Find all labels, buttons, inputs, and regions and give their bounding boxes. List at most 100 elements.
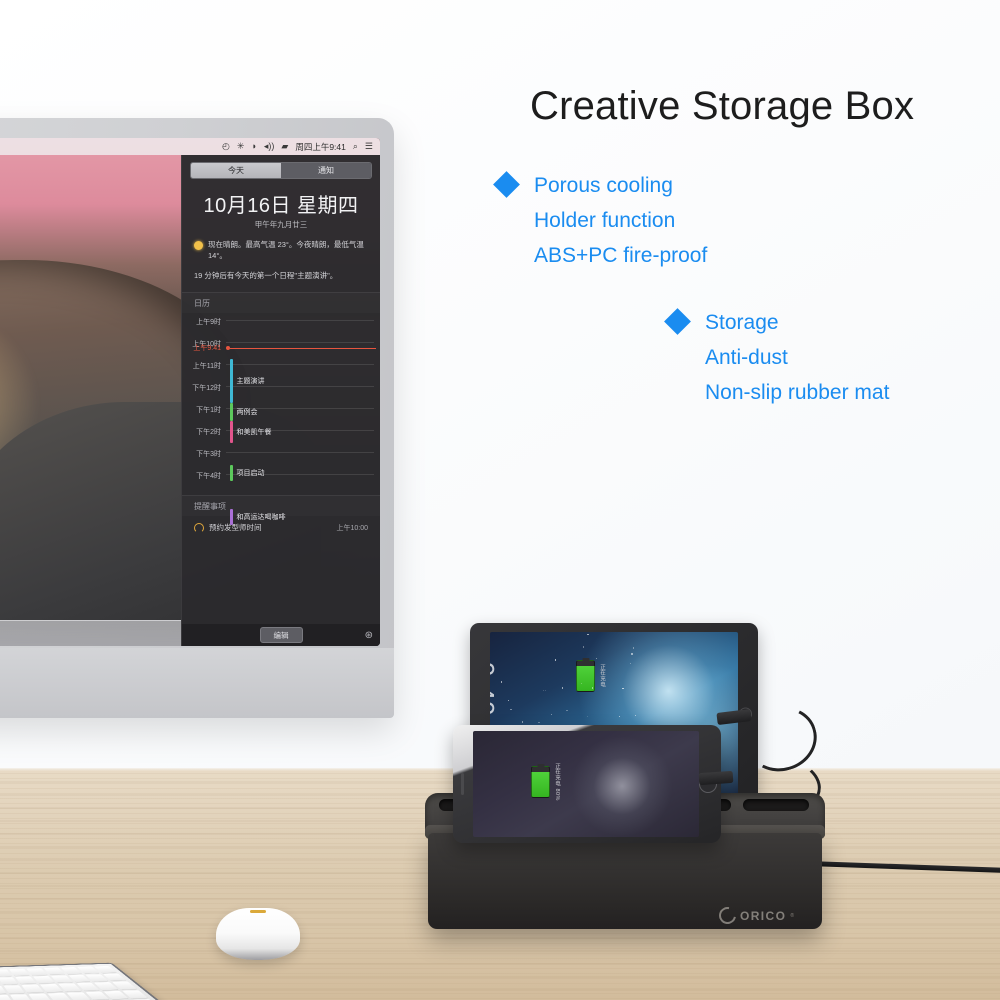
battery-cap-icon bbox=[537, 764, 544, 767]
hour-label: 上午9时 bbox=[182, 317, 226, 327]
sun-icon bbox=[194, 241, 203, 250]
registered-mark: ® bbox=[790, 913, 794, 919]
wallpaper-star bbox=[630, 663, 631, 664]
page-title: Creative Storage Box bbox=[530, 84, 914, 129]
event-title: 主题演讲 bbox=[237, 376, 265, 386]
battery-cap-icon bbox=[582, 658, 589, 661]
time-machine-icon[interactable]: ◴ bbox=[222, 142, 230, 151]
event-color-bar bbox=[230, 465, 233, 481]
wallpaper-star bbox=[551, 714, 552, 715]
menu-bar-clock: 周四上午9:41 bbox=[295, 141, 346, 153]
tab-today[interactable]: 今天 bbox=[191, 163, 281, 178]
weather-text: 现在晴朗。最高气温 23°。今夜晴朗，最低气温 14°。 bbox=[208, 239, 368, 261]
macos-menu-bar: ◴ ✳ ◗ ◂)) ▰ 周四上午9:41 ⌕ ☰ bbox=[0, 138, 380, 155]
wallpaper-star bbox=[545, 690, 546, 691]
calendar-event[interactable]: 主题演讲 bbox=[230, 359, 265, 403]
event-title: 两例会 bbox=[237, 407, 258, 417]
calendar-hour-row: 下午4时 bbox=[182, 471, 380, 493]
product-marketing-image: ◴ ✳ ◗ ◂)) ▰ 周四上午9:41 ⌕ ☰ 今天 通知 10月16日 星期… bbox=[0, 0, 1000, 1000]
feature-line: Anti-dust bbox=[705, 340, 889, 375]
current-time-indicator: 上午9:41 bbox=[182, 343, 376, 353]
hour-label: 下午3时 bbox=[182, 449, 226, 459]
tab-notifications[interactable]: 通知 bbox=[281, 163, 371, 178]
hour-label: 下午12时 bbox=[182, 383, 226, 393]
event-color-bar bbox=[230, 359, 233, 403]
hour-label: 下午2时 bbox=[182, 427, 226, 437]
calendar-hour-row: 上午9时 bbox=[182, 317, 380, 339]
wallpaper-star bbox=[631, 653, 632, 654]
notification-center-panel: 今天 通知 10月16日 星期四 甲午年九月廿三 现在晴朗。最高气温 23°。今… bbox=[181, 155, 380, 646]
feature-line: Holder function bbox=[534, 203, 707, 238]
keyboard-key bbox=[3, 985, 25, 993]
wallpaper-star bbox=[555, 659, 556, 660]
phone-battery-label: 正在充电 80% bbox=[553, 763, 561, 801]
diamond-bullet-icon bbox=[664, 308, 691, 335]
wallpaper-star bbox=[508, 700, 509, 701]
wallpaper-star bbox=[633, 647, 634, 648]
edit-button[interactable]: 编辑 bbox=[260, 627, 303, 643]
calendar-hour-row: 下午2时 bbox=[182, 427, 380, 449]
wallpaper-star bbox=[619, 716, 620, 717]
calendar-hour-row: 下午1时 bbox=[182, 405, 380, 427]
wallpaper-star bbox=[562, 687, 563, 688]
current-time-line bbox=[230, 348, 376, 349]
dock-lower-body: ORICO ® bbox=[428, 833, 822, 929]
mouse-led-strip bbox=[250, 910, 266, 913]
notification-list-icon[interactable]: ☰ bbox=[365, 142, 373, 151]
wallpaper-star bbox=[622, 688, 623, 689]
apple-magic-mouse bbox=[216, 908, 300, 960]
hour-line bbox=[226, 452, 374, 453]
search-icon[interactable]: ⌕ bbox=[353, 142, 358, 151]
wallpaper-star bbox=[522, 721, 523, 722]
wallpaper-star bbox=[587, 716, 588, 717]
feature-line: Non-slip rubber mat bbox=[705, 375, 889, 410]
imac-display: ◴ ✳ ◗ ◂)) ▰ 周四上午9:41 ⌕ ☰ 今天 通知 10月16日 星期… bbox=[0, 138, 380, 646]
battery-icon[interactable]: ▰ bbox=[281, 142, 288, 151]
calendar-event[interactable]: 和美凯午餐 bbox=[230, 421, 272, 443]
cable-plug bbox=[699, 771, 734, 785]
event-color-bar bbox=[230, 509, 233, 525]
device-slot bbox=[743, 799, 809, 811]
feature-row: Storage Anti-dust Non-slip rubber mat bbox=[668, 305, 889, 410]
lunar-date: 甲午年九月廿三 bbox=[182, 219, 380, 230]
orico-brand-logo: ORICO ® bbox=[719, 907, 794, 924]
event-title: 和美凯午餐 bbox=[237, 427, 272, 437]
bluetooth-icon[interactable]: ✳ bbox=[237, 142, 245, 151]
event-color-bar bbox=[230, 421, 233, 443]
macos-dock: ♫ ▤ bbox=[0, 620, 181, 646]
calendar-event[interactable]: 和高运达喝咖啡 bbox=[230, 509, 286, 525]
wallpaper-star bbox=[538, 722, 539, 723]
wallpaper-star bbox=[501, 681, 502, 682]
tablet-clock: 9:49 bbox=[490, 662, 500, 717]
hour-line bbox=[226, 320, 374, 321]
feature-line: Porous cooling bbox=[534, 168, 707, 203]
battery-body-icon bbox=[531, 766, 550, 798]
wallpaper-star bbox=[566, 710, 567, 711]
event-title: 和高运达喝咖啡 bbox=[237, 512, 286, 522]
reminder-time: 上午10:00 bbox=[336, 523, 368, 533]
feature-line-list: Storage Anti-dust Non-slip rubber mat bbox=[705, 305, 889, 410]
calendar-timeline: 上午9时 上午10时 上午11时 下午12时 下午1时 下午2时 下午3时 下午… bbox=[182, 313, 380, 495]
today-date: 10月16日 星期四 bbox=[182, 189, 380, 218]
feature-line-list: Porous cooling Holder function ABS+PC fi… bbox=[534, 168, 707, 273]
calendar-event[interactable]: 两例会 bbox=[230, 403, 258, 421]
orico-logo-icon bbox=[716, 904, 740, 928]
weather-widget: 现在晴朗。最高气温 23°。今夜晴朗，最低气温 14°。 bbox=[182, 239, 380, 261]
feature-line: ABS+PC fire-proof bbox=[534, 238, 707, 273]
imac-computer: ◴ ✳ ◗ ◂)) ▰ 周四上午9:41 ⌕ ☰ 今天 通知 10月16日 星期… bbox=[0, 118, 394, 718]
volume-icon[interactable]: ◂)) bbox=[264, 142, 275, 151]
wifi-icon[interactable]: ◗ bbox=[251, 142, 256, 151]
feature-row: Porous cooling Holder function ABS+PC fi… bbox=[497, 168, 707, 273]
hour-label: 下午4时 bbox=[182, 471, 226, 481]
current-time-label: 上午9:41 bbox=[182, 343, 226, 353]
calendar-event[interactable]: 项目启动 bbox=[230, 465, 265, 481]
charging-dock-product: 9:49 正在充电 正在充电 80% ORICO ® bbox=[425, 615, 845, 945]
phone-battery-indicator: 正在充电 80% bbox=[531, 763, 561, 801]
reminder-circle-icon[interactable] bbox=[194, 523, 204, 533]
event-title: 项目启动 bbox=[237, 468, 265, 478]
feature-group-right: Storage Anti-dust Non-slip rubber mat bbox=[668, 305, 889, 410]
apple-keyboard bbox=[0, 963, 174, 1000]
speaker-slot-icon bbox=[461, 773, 464, 795]
diamond-bullet-icon bbox=[493, 171, 520, 198]
more-circle-icon[interactable]: ⊛ bbox=[365, 630, 373, 641]
